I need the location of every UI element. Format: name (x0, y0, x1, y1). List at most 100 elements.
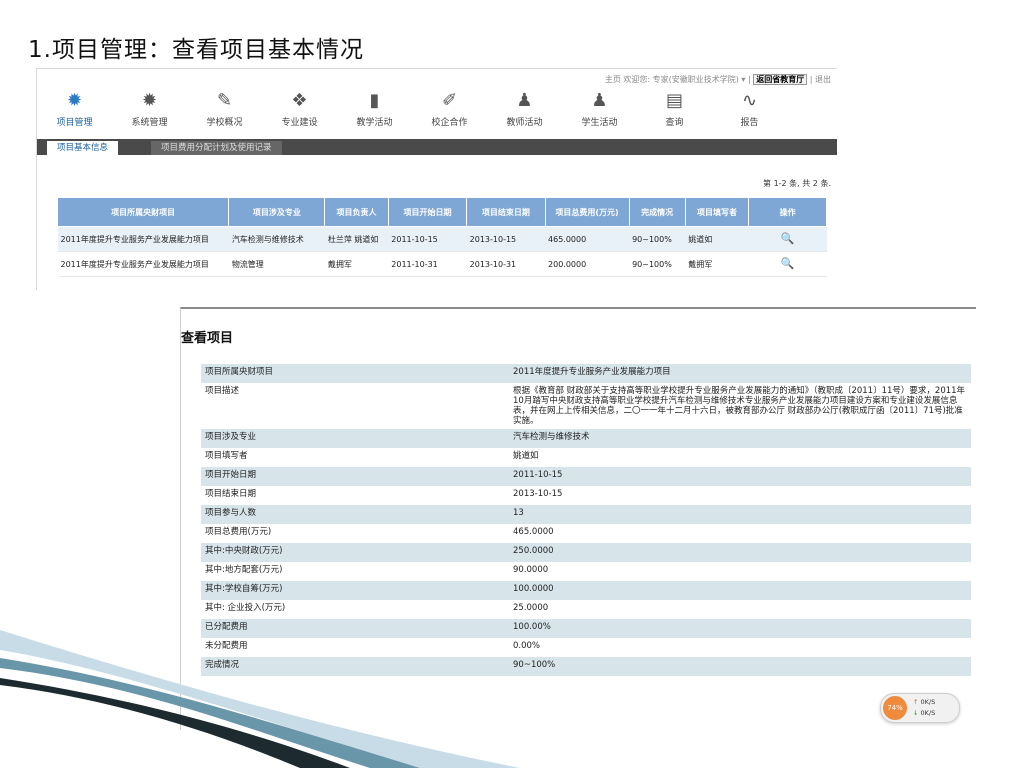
table-cell: 2011-10-31 (388, 251, 467, 277)
column-header[interactable]: 项目所属央财项目 (56, 197, 230, 227)
nav-label: 教学活动 (356, 118, 393, 128)
gear-icon: ✹ (66, 90, 83, 111)
detail-row: 其中:地方配套(万元) 90.0000 (201, 562, 971, 581)
nav-label: 报告 (740, 118, 759, 128)
detail-value: 0.00% (513, 641, 541, 651)
nav-item-9[interactable]: ∿ 报告 (712, 87, 787, 133)
speed-percent: 74% (883, 696, 907, 720)
tab-bar: 项目基本信息 项目费用分配计划及使用记录 (37, 139, 837, 155)
detail-value: 2013-10-15 (513, 489, 563, 499)
detail-row: 项目涉及专业 汽车检测与维修技术 (201, 429, 971, 448)
detail-value: 2011-10-15 (509, 467, 971, 486)
detail-label: 项目结束日期 (205, 489, 257, 499)
table-cell: 90~100% (629, 251, 686, 277)
table-cell: 戴拥军 (685, 251, 749, 277)
detail-label: 项目描述 (205, 386, 240, 396)
logout-link[interactable]: | 退出 (810, 75, 831, 84)
column-header[interactable]: 项目结束日期 (466, 197, 546, 227)
tab-project-info[interactable]: 项目基本信息 (47, 141, 119, 155)
nav-item-7[interactable]: ♟ 学生活动 (562, 87, 637, 133)
pulse-icon: ∿ (741, 90, 758, 111)
nav-item-1[interactable]: ✹ 系统管理 (112, 87, 187, 133)
project-list-screenshot: 主页 欢迎您: 专家(安徽职业技术学院) ▾ | 返回省教育厅 | 退出 ✹ 项目… (36, 68, 837, 290)
upload-arrow-icon: ↑ (913, 698, 919, 706)
detail-value: 465.0000 (513, 527, 554, 537)
monitor-icon: ▤ (665, 90, 683, 111)
detail-row: 其中:中央财政(万元) 250.0000 (201, 543, 971, 562)
table-cell: 90~100% (629, 226, 686, 252)
column-header[interactable]: 项目负责人 (324, 197, 389, 227)
table-row[interactable]: 2011年度提升专业服务产业发展能力项目 汽车检测与维修技术 杜兰萍 姚道如 2011… (57, 226, 827, 252)
detail-row: 项目参与人数 13 (201, 505, 971, 524)
column-header[interactable]: 项目开始日期 (387, 197, 468, 227)
column-header[interactable]: 项目总费用(万元) (544, 197, 630, 227)
column-header[interactable]: 完成情况 (628, 197, 686, 227)
detail-row: 项目描述 根据《教育部 财政部关于支持高等职业学校提升专业服务产业发展能力的通知》… (201, 383, 971, 429)
nav-item-4[interactable]: ▮ 教学活动 (337, 87, 412, 133)
detail-value: 90~100% (509, 657, 971, 676)
detail-value: 姚道如 (513, 451, 539, 461)
table-cell: 2011-10-15 (388, 226, 467, 252)
person-icon: ♟ (591, 90, 608, 111)
table-cell: 2013-10-31 (466, 251, 546, 277)
record-count: 第 1-2 条, 共 2 条. (763, 179, 831, 188)
download-arrow-icon: ↓ (913, 709, 919, 717)
detail-label: 项目总费用(万元) (205, 527, 272, 537)
detail-label: 项目开始日期 (201, 467, 509, 486)
table-cell: 200.0000 (545, 251, 630, 277)
detail-label: 其中: 企业投入(万元) (205, 603, 286, 613)
pencil-icon: ✎ (216, 90, 233, 111)
upload-speed: 0K/S (920, 698, 936, 706)
table-cell: 2011年度提升专业服务产业发展能力项目 (57, 251, 229, 277)
column-header[interactable]: 项目涉及专业 (228, 197, 326, 227)
detail-row: 其中: 企业投入(万元) 25.0000 (201, 600, 971, 619)
nav-item-0[interactable]: ✹ 项目管理 (37, 87, 112, 133)
detail-value: 250.0000 (509, 543, 971, 562)
nav-label: 查询 (665, 118, 684, 128)
nav-item-2[interactable]: ✎ 学校概况 (187, 87, 262, 133)
detail-label: 项目涉及专业 (201, 429, 509, 448)
top-links-text[interactable]: 主页 欢迎您: 专家(安徽职业技术学院) ▾ | (605, 75, 751, 84)
tab-cost-plan[interactable]: 项目费用分配计划及使用记录 (151, 141, 282, 155)
table-cell: 465.0000 (545, 226, 630, 252)
nav-item-6[interactable]: ♟ 教师活动 (487, 87, 562, 133)
nav-item-3[interactable]: ❖ 专业建设 (262, 87, 337, 133)
person-icon: ♟ (516, 90, 533, 111)
detail-value: 13 (509, 505, 971, 524)
nav-label: 专业建设 (281, 118, 318, 128)
network-speed-widget[interactable]: 74% ↑ 0K/S ↓ 0K/S (880, 693, 960, 723)
detail-row: 项目结束日期 2013-10-15 (201, 486, 971, 505)
detail-label: 项目填写者 (205, 451, 248, 461)
slide-decoration (0, 630, 520, 768)
nav-item-5[interactable]: ✐ 校企合作 (412, 87, 487, 133)
table-row[interactable]: 2011年度提升专业服务产业发展能力项目 物流管理 戴拥军 2011-10-31 201… (57, 251, 827, 277)
table-cell: 物流管理 (228, 251, 325, 277)
detail-row: 其中:学校自筹(万元) 100.0000 (201, 581, 971, 600)
nav-label: 校企合作 (431, 118, 468, 128)
detail-row: 项目填写者 姚道如 (201, 448, 971, 467)
download-speed: 0K/S (920, 709, 936, 717)
view-detail-icon[interactable]: 🔍 (781, 232, 795, 245)
project-table: 项目所属央财项目 项目涉及专业 项目负责人 项目开始日期 项目结束日期 项目总费用(万元)… (56, 197, 827, 277)
table-cell: 2011年度提升专业服务产业发展能力项目 (57, 226, 229, 252)
nav-label: 学校概况 (206, 118, 243, 128)
detail-value: 100.00% (509, 619, 971, 638)
detail-label: 其中:中央财政(万元) (201, 543, 509, 562)
detail-title: 查看项目 (181, 331, 234, 346)
slide-title: 1.项目管理：查看项目基本情况 (28, 37, 364, 63)
return-provincial-button[interactable]: 返回省教育厅 (753, 74, 808, 85)
detail-value: 90.0000 (513, 565, 549, 575)
detail-label: 其中:学校自筹(万元) (201, 581, 509, 600)
column-header[interactable]: 操作 (748, 197, 827, 227)
nav-label: 项目管理 (56, 118, 93, 128)
detail-row: 项目总费用(万元) 465.0000 (201, 524, 971, 543)
document-edit-icon: ✐ (441, 90, 458, 111)
row-actions: 🔍 (748, 226, 827, 252)
nav-item-8[interactable]: ▤ 查询 (637, 87, 712, 133)
detail-value: 根据《教育部 财政部关于支持高等职业学校提升专业服务产业发展能力的通知》（教职成… (513, 386, 966, 426)
main-nav: ✹ 项目管理 ✹ 系统管理 ✎ 学校概况 ❖ 专业建设 ▮ 教学活动 ✐ 校企合作 ♟ 教师活动 ♟ 学生活动… (37, 87, 837, 133)
view-detail-icon[interactable]: 🔍 (781, 257, 795, 270)
column-header[interactable]: 项目填写者 (684, 197, 750, 227)
book-icon: ▮ (369, 90, 380, 111)
table-cell: 戴拥军 (324, 251, 389, 277)
